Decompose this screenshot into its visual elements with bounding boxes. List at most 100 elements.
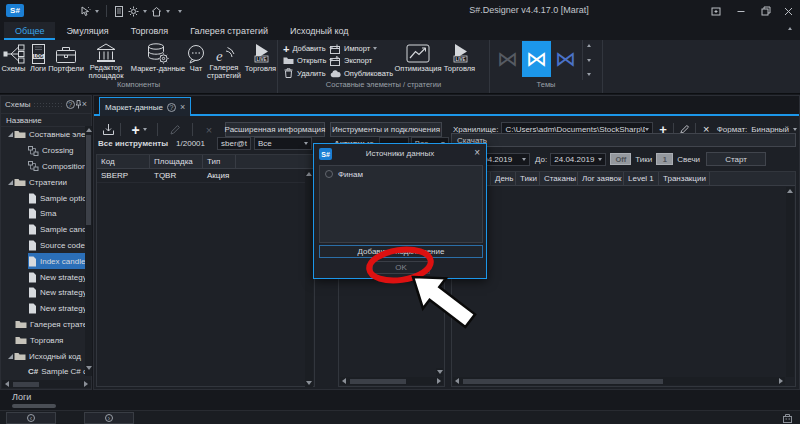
nav-forward-button[interactable]: › xyxy=(84,412,134,424)
tree-item-strategy[interactable]: Sample optio xyxy=(1,190,91,206)
add-button[interactable]: +Добавить xyxy=(283,43,330,54)
tree-horizontal-scrollbar[interactable] xyxy=(2,380,91,388)
tree-item-strategy[interactable]: Sample cand xyxy=(1,222,91,238)
tree-item-strategy[interactable]: New strategy xyxy=(1,301,91,317)
market-data-button[interactable]: Маркет-данные xyxy=(129,40,187,80)
scroll-up-arrow[interactable] xyxy=(306,172,312,176)
delete-button[interactable]: Удалить xyxy=(283,68,330,79)
add-connection-button[interactable]: Добавить подключение xyxy=(319,245,483,258)
tree-item-folder[interactable]: Исходный код xyxy=(1,348,91,364)
ok-button[interactable]: OK xyxy=(372,261,430,274)
extended-info-button[interactable]: Расширенная информация xyxy=(225,122,325,137)
panel-close-icon[interactable]: × xyxy=(82,100,87,109)
scroll-right-arrow[interactable] xyxy=(779,378,783,384)
expander-expanded-icon[interactable] xyxy=(7,353,14,360)
tree-item-strategy[interactable]: Source code xyxy=(1,238,91,254)
tree-item-csharp[interactable]: C#Sample C# c xyxy=(1,364,91,380)
tree-item-folder[interactable]: Составные элем xyxy=(1,127,91,143)
instrument-type-combo[interactable]: Все xyxy=(254,137,312,150)
close-button[interactable] xyxy=(778,0,798,22)
open-button[interactable]: Открыть xyxy=(283,55,330,66)
instruments-connections-button[interactable]: Инструменты и подключения xyxy=(330,122,442,137)
expand-window-button[interactable] xyxy=(703,0,728,22)
tree-item-strategy[interactable]: New strategy xyxy=(1,285,91,301)
expander-expanded-icon[interactable] xyxy=(7,179,14,186)
start-button[interactable]: Старт xyxy=(706,152,766,166)
instruments-table-scrollbar[interactable] xyxy=(305,170,313,387)
scrollbar-thumb[interactable] xyxy=(350,379,406,384)
scrollbar-thumb[interactable] xyxy=(13,382,39,387)
ribbon-tab-emulation[interactable]: Эмуляция xyxy=(55,22,119,40)
remove-instrument-button[interactable]: × xyxy=(193,124,225,136)
scroll-right-arrow[interactable] xyxy=(437,378,441,384)
column-header-orderlog[interactable]: Лог заявок xyxy=(578,172,624,185)
column-header-depths[interactable]: Стаканы xyxy=(540,172,578,185)
tree-item-scheme[interactable]: Composition xyxy=(1,159,91,175)
column-header-ticks[interactable]: Тики xyxy=(516,172,540,185)
column-header-level1[interactable]: Level 1 xyxy=(624,172,659,185)
scrollbar-thumb[interactable] xyxy=(86,135,91,225)
column-header-transactions[interactable]: Транзакции xyxy=(659,172,710,185)
column-header-code[interactable]: Код xyxy=(97,155,150,168)
connection-status-icon[interactable] xyxy=(781,413,794,423)
scroll-up-arrow[interactable] xyxy=(86,128,92,132)
gallery-up-arrow[interactable] xyxy=(587,44,591,47)
dialog-close-icon[interactable]: × xyxy=(474,147,480,158)
scroll-down-arrow[interactable] xyxy=(306,381,312,385)
apply-icon-button[interactable] xyxy=(96,123,120,136)
add-instrument-button[interactable]: + xyxy=(121,124,157,136)
strategy-gallery-button[interactable]: e Галерея стратегий xyxy=(205,40,243,80)
gallery-expand-arrow[interactable] xyxy=(587,73,591,76)
scroll-left-arrow[interactable] xyxy=(5,381,9,387)
logs-button[interactable]: LOG Логи xyxy=(27,40,49,80)
scrollbar-thumb[interactable] xyxy=(463,379,663,384)
candles-toggle[interactable]: 1 xyxy=(656,153,673,165)
logs-panel-tab[interactable]: Логи xyxy=(12,392,31,402)
tab-close-icon[interactable]: × xyxy=(180,103,185,112)
panel-pin-icon[interactable] xyxy=(75,100,82,109)
ribbon-collapse-arrow[interactable] xyxy=(788,27,792,30)
data-source-finam[interactable]: Финам xyxy=(320,166,482,182)
report-icon[interactable] xyxy=(114,6,124,17)
middle-horizontal-scrollbar[interactable] xyxy=(340,377,443,385)
tree-item-scheme[interactable]: Crossing xyxy=(1,143,91,159)
ticks-toggle[interactable]: Off xyxy=(610,153,631,165)
schemas-button[interactable]: Схемы xyxy=(0,40,27,80)
minimize-button[interactable] xyxy=(728,0,753,22)
optimization-button[interactable]: Оптимизация xyxy=(394,40,442,80)
ribbon-tab-gallery[interactable]: Галерея стратегий xyxy=(179,22,279,40)
trading-live-button[interactable]: LIVE Торговля xyxy=(243,40,278,80)
help-dropdown-arrow[interactable] xyxy=(166,10,170,13)
ribbon-tab-trading[interactable]: Торговля xyxy=(120,22,180,40)
theme-light-tile[interactable]: ⋈ xyxy=(551,41,580,77)
column-header-type[interactable]: Тип xyxy=(203,155,236,168)
board-editor-button[interactable]: Редактор площадок xyxy=(83,40,129,80)
tree-item-strategy[interactable]: New strategy xyxy=(1,269,91,285)
middle-scroll-down[interactable] xyxy=(436,368,443,376)
column-header-board[interactable]: Площадка xyxy=(150,155,203,168)
gallery-down-arrow[interactable] xyxy=(587,59,591,62)
tree-item-folder[interactable]: Торговля xyxy=(1,332,91,348)
instrument-search-input[interactable]: sber@t xyxy=(217,137,251,150)
tree-item-folder[interactable]: Стратегии xyxy=(1,174,91,190)
instrument-row-sberp[interactable]: SBERP TQBR Акция xyxy=(97,169,314,183)
scroll-left-arrow[interactable] xyxy=(342,378,346,384)
column-header-day[interactable]: День xyxy=(491,172,516,185)
import-button[interactable]: Импорт xyxy=(330,43,394,54)
chat-button[interactable]: Чат xyxy=(187,40,205,80)
tree-item-folder[interactable]: Галерея стратег xyxy=(1,317,91,333)
theme-blue-selected-tile[interactable]: ⋈ xyxy=(522,41,551,77)
scroll-left-arrow[interactable] xyxy=(455,378,459,384)
tree-item-strategy[interactable]: Sma xyxy=(1,206,91,222)
publish-button[interactable]: Опубликовать xyxy=(330,68,394,79)
settings-gear-icon[interactable] xyxy=(128,6,139,17)
download-button[interactable]: Скачать xyxy=(451,133,796,147)
to-date-combo[interactable]: 24.04.2019 xyxy=(550,153,606,166)
restore-button[interactable] xyxy=(753,0,778,22)
ribbon-tab-general[interactable]: Общее xyxy=(4,22,55,40)
data-table-hscrollbar[interactable] xyxy=(453,377,785,385)
connect-icon[interactable] xyxy=(80,6,91,17)
tab-help-icon[interactable]: ? xyxy=(167,103,176,112)
qat-overflow-arrow[interactable] xyxy=(178,10,182,13)
tree-item-strategy-selected[interactable]: Index candle xyxy=(1,253,91,269)
